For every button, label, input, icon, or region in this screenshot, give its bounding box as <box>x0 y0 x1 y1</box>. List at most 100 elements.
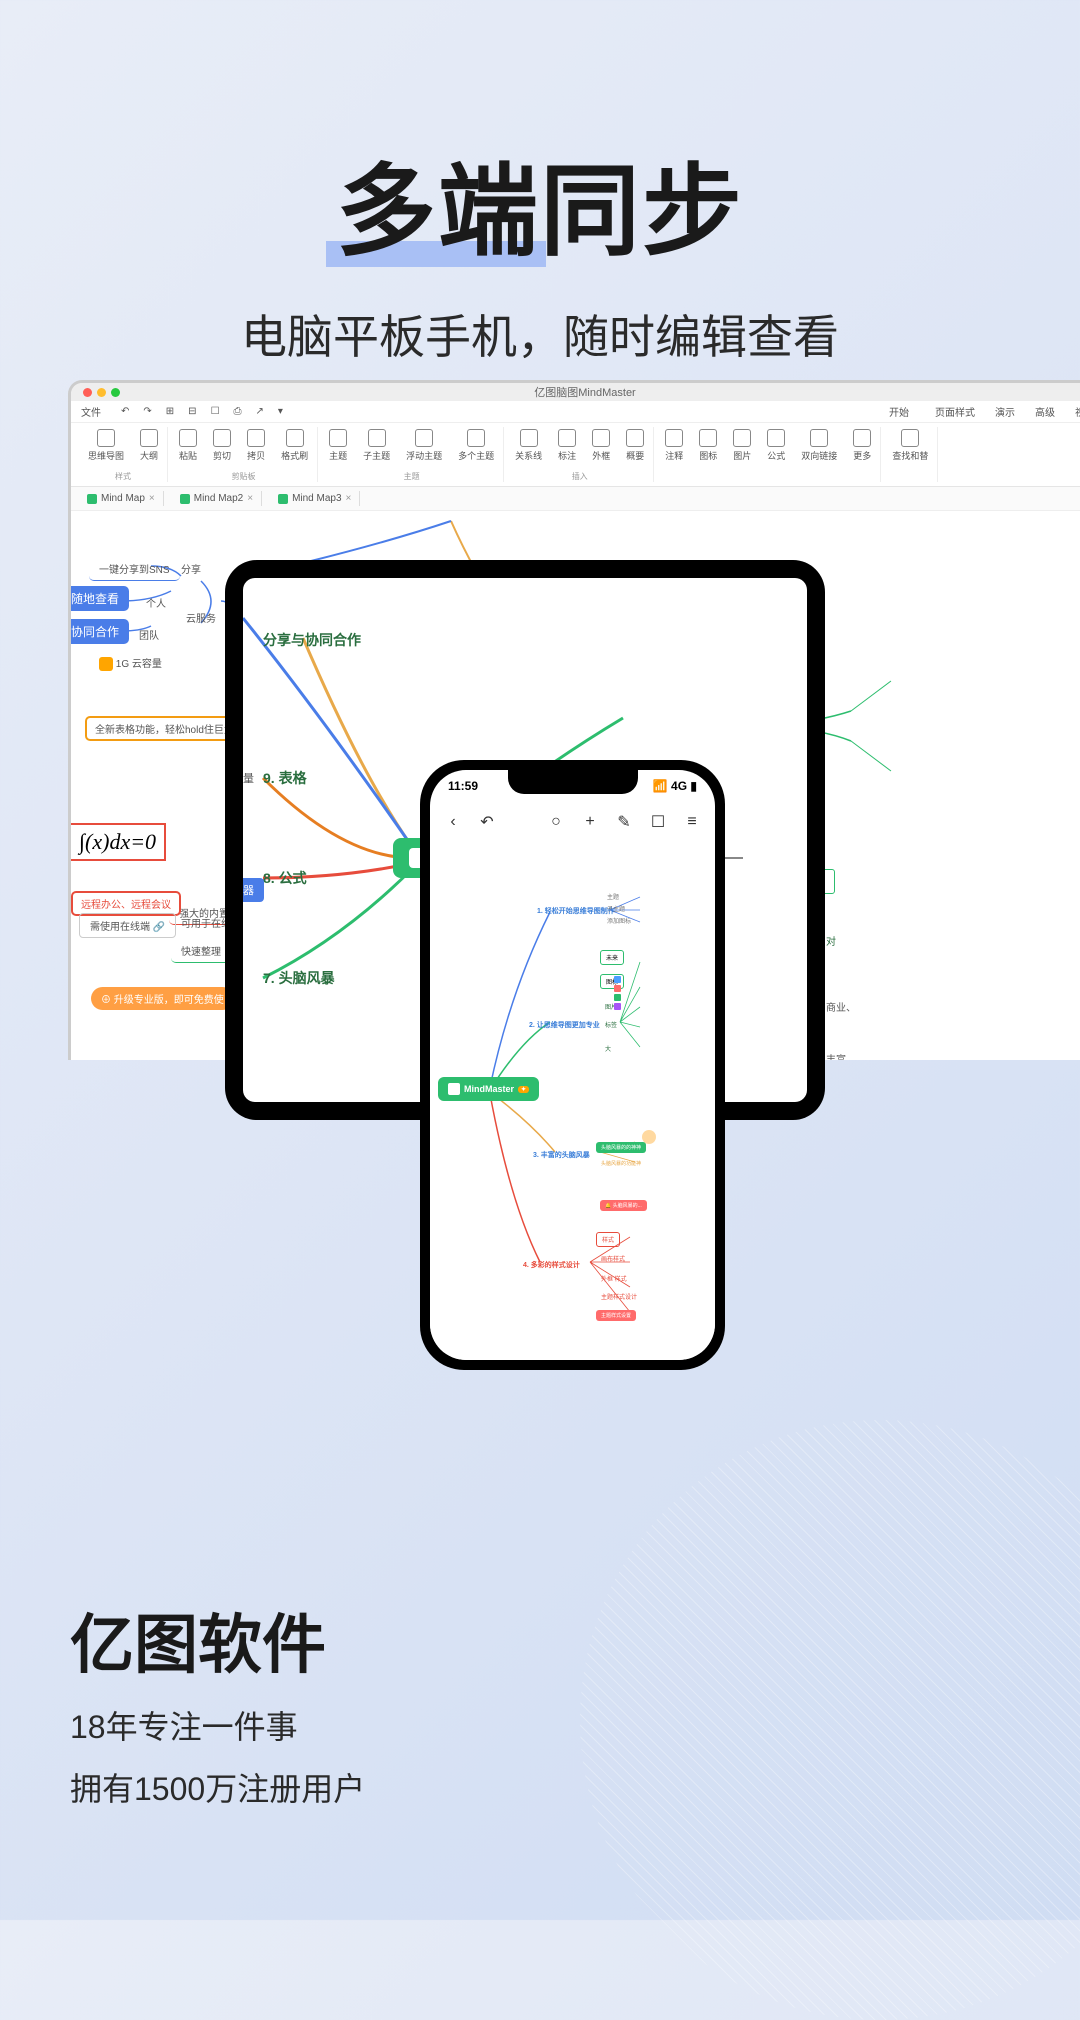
map-node[interactable]: 标签 <box>600 1018 622 1031</box>
map-node[interactable]: 团队 <box>129 623 169 646</box>
map-node[interactable]: 🔔 头脑风暴的... <box>600 1200 647 1211</box>
doc-tab-2[interactable]: Mind Map2× <box>172 491 262 506</box>
document-tabs: Mind Map× Mind Map2× Mind Map3× <box>71 487 1080 511</box>
icon-5[interactable]: ↗ <box>256 406 264 417</box>
redo-icon[interactable]: ↷ <box>143 406 151 417</box>
tab-advanced[interactable]: 高级 <box>1035 404 1055 419</box>
formula-node[interactable]: ∫(x)dx=0 <box>71 823 166 861</box>
time: 11:59 <box>448 779 478 793</box>
link-tool[interactable]: 双向链接 <box>796 427 842 464</box>
subtopic-tool[interactable]: 子主题 <box>358 427 395 464</box>
map-node[interactable]: 7. 头脑风暴 <box>253 964 345 992</box>
map-node[interactable]: 画布样式 <box>596 1252 630 1265</box>
back-icon[interactable]: ‹ <box>444 813 462 831</box>
color-dot <box>614 976 621 983</box>
icon-tool[interactable]: 图标 <box>694 427 722 464</box>
find-tool[interactable]: 查找和替 <box>887 427 933 464</box>
doc-tab-1[interactable]: Mind Map× <box>79 491 164 506</box>
main-title: 多端同步 <box>336 130 744 275</box>
close-icon[interactable] <box>83 388 92 397</box>
float-topic-tool[interactable]: 浮动主题 <box>401 427 447 464</box>
note-tool[interactable]: 注释 <box>660 427 688 464</box>
map-node[interactable]: 4. 多彩的样式设计 <box>518 1258 585 1272</box>
outline-tool[interactable]: 大纲 <box>135 427 163 464</box>
tab-page-style[interactable]: 页面样式 <box>935 404 975 419</box>
map-node[interactable]: 外框 样式 <box>596 1272 632 1285</box>
upgrade-badge[interactable]: ⊕ 升级专业版，即可免费使 <box>91 987 234 1010</box>
more-tool[interactable]: 更多 <box>848 427 876 464</box>
map-node[interactable]: 器 <box>243 878 264 902</box>
topic-tool[interactable]: 主题 <box>324 427 352 464</box>
format-tool[interactable]: 格式刷 <box>276 427 313 464</box>
map-node[interactable]: 添加图标 <box>602 914 636 927</box>
bg-decoration <box>580 1420 1080 2020</box>
undo-icon[interactable]: ↶ <box>478 813 496 831</box>
tagline-2: 拥有1500万注册用户 <box>70 1764 365 1810</box>
map-node[interactable]: 头脑风暴的功能神 <box>596 1158 646 1169</box>
multi-topic-tool[interactable]: 多个主题 <box>453 427 499 464</box>
tab-start[interactable]: 开始 <box>889 404 909 419</box>
boundary-tool[interactable]: 外框 <box>587 427 615 464</box>
map-node[interactable]: 大 <box>600 1042 616 1055</box>
map-node[interactable]: 分享 <box>171 557 211 580</box>
mindmap-tool[interactable]: 思维导图 <box>83 427 129 464</box>
map-node[interactable]: 需使用在线端 🔗 <box>79 913 176 938</box>
copy-tool[interactable]: 拷贝 <box>242 427 270 464</box>
search-icon[interactable]: ○ <box>547 813 565 831</box>
menu-icon[interactable]: ≡ <box>683 813 701 831</box>
center-node[interactable]: MindMaster ✦ <box>438 1077 539 1101</box>
map-node[interactable]: 一键分享到SNS <box>89 557 180 581</box>
menu-bar: 文件 ↶ ↷ ⊞ ⊟ ☐ ⎙ ↗ ▾ 开始 页面样式 演示 高级 视图 <box>71 401 1080 423</box>
map-node[interactable]: 2. 让思维导图更加专业 <box>524 1018 605 1032</box>
summary-tool[interactable]: 概要 <box>621 427 649 464</box>
header: 多端同步 电脑平板手机，随时编辑查看 <box>0 0 1080 367</box>
map-node[interactable]: 云服务 <box>176 606 226 629</box>
map-node[interactable]: 未来 <box>600 950 624 965</box>
map-node[interactable]: 随地查看 <box>71 586 129 611</box>
tab-view[interactable]: 视图 <box>1075 404 1080 419</box>
phone-screen: 11:59 📶 4G ▮ ‹ ↶ ○ + ✎ ☐ ≡ <box>430 770 715 1360</box>
map-node[interactable]: 1G 云容量 <box>89 651 172 675</box>
phone-notch <box>508 770 638 794</box>
image-tool[interactable]: 图片 <box>728 427 756 464</box>
callout-tool[interactable]: 标注 <box>553 427 581 464</box>
paste-tool[interactable]: 粘贴 <box>174 427 202 464</box>
undo-icon[interactable]: ↶ <box>121 406 129 417</box>
formula-tool[interactable]: 公式 <box>762 427 790 464</box>
relation-tool[interactable]: 关系线 <box>510 427 547 464</box>
maximize-icon[interactable] <box>111 388 120 397</box>
map-node[interactable]: 主题样式设置 <box>596 1310 636 1321</box>
cut-tool[interactable]: 剪切 <box>208 427 236 464</box>
tab-present[interactable]: 演示 <box>995 404 1015 419</box>
icon-3[interactable]: ☐ <box>211 406 220 417</box>
map-node[interactable]: 头脑风暴的的神神 <box>596 1142 646 1153</box>
map-node[interactable]: 协同合作 <box>71 619 129 644</box>
signal: 📶 4G ▮ <box>653 779 697 793</box>
icon-4[interactable]: ⎙ <box>234 406 242 417</box>
icon-1[interactable]: ⊞ <box>166 406 174 417</box>
add-icon[interactable]: + <box>581 813 599 831</box>
map-node[interactable]: 分享与协同合作 <box>253 626 371 654</box>
map-node[interactable]: 快速整理 <box>171 939 231 963</box>
ribbon-toolbar: 思维导图 大纲 样式 粘贴 剪切 拷贝 格式刷 剪贴板 主题 子主题 浮动主题 … <box>71 423 1080 487</box>
file-menu[interactable]: 文件 <box>81 404 101 419</box>
color-dot <box>614 1003 621 1010</box>
phone-mindmap[interactable]: MindMaster ✦ 1. 轻松开始思维导图制作 主题 子主题 添加图标 2… <box>430 842 715 1360</box>
laptop-titlebar: 亿图脑图MindMaster <box>71 383 1080 401</box>
doc-tab-3[interactable]: Mind Map3× <box>270 491 360 506</box>
minimize-icon[interactable] <box>97 388 106 397</box>
window-title: 亿图脑图MindMaster <box>125 384 1080 400</box>
color-dot <box>614 994 621 1001</box>
icon-2[interactable]: ⊟ <box>188 406 196 417</box>
map-node[interactable]: 个人 <box>136 591 176 614</box>
brush-icon[interactable]: ✎ <box>615 813 633 831</box>
map-node[interactable]: 样式 <box>596 1232 620 1247</box>
map-node[interactable]: 全新表格功能，轻松hold住巨大 <box>85 716 244 741</box>
tagline-1: 18年专注一件事 <box>70 1702 365 1748</box>
map-node[interactable]: 量 <box>243 766 264 790</box>
map-node[interactable]: 主题样式设计 <box>596 1290 642 1303</box>
close-icon: × <box>346 493 352 504</box>
map-node[interactable]: 3. 丰富的头脑风暴 <box>528 1148 595 1162</box>
icon-6[interactable]: ▾ <box>278 406 283 417</box>
save-icon[interactable]: ☐ <box>649 813 667 831</box>
